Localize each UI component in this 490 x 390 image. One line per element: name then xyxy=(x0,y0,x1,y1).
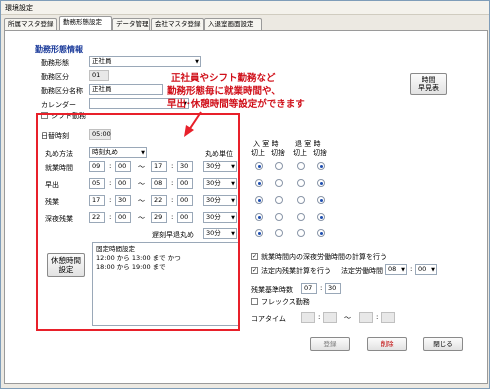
chikoku-nyu-kiriage-radio[interactable] xyxy=(255,229,263,237)
section-title: 勤務形態情報 xyxy=(35,45,83,54)
tab-kaisha[interactable]: 会社マスタ登録 xyxy=(151,18,204,30)
nyu-kiriage-header: 切上 xyxy=(251,149,265,157)
houtei-calc-label: 法定内残業計算を行う xyxy=(261,267,331,275)
zangyo-kijun-label: 残業基準時数 xyxy=(251,286,293,294)
colon: : xyxy=(318,313,321,321)
chevron-down-icon: ▼ xyxy=(431,267,435,273)
register-button[interactable]: 登録 xyxy=(310,337,350,351)
tab-nyutaishitsu[interactable]: 入退室画面設定 xyxy=(204,18,262,30)
chikoku-tai-kiriage-radio[interactable] xyxy=(297,229,305,237)
close-button[interactable]: 閉じる xyxy=(423,337,463,351)
callout-line-1: 正社員やシフト勤務など xyxy=(171,73,276,84)
houtei-hour-select[interactable]: 08 ▼ xyxy=(385,264,407,275)
shugyo-tai-kiriage-radio[interactable] xyxy=(297,162,305,170)
core-end-hour[interactable] xyxy=(359,312,373,323)
chikoku-nyu-kirisute-radio[interactable] xyxy=(275,229,283,237)
tai-kiriage-header: 切上 xyxy=(293,149,307,157)
houtei-hour-value: 08 xyxy=(388,265,397,273)
jikan-hayamihyo-button[interactable]: 時間 早見表 xyxy=(410,73,447,95)
chevron-down-icon: ▼ xyxy=(195,59,199,65)
flex-checkbox[interactable] xyxy=(251,298,258,305)
shugyo-nyu-kirisute-radio[interactable] xyxy=(275,162,283,170)
core-end-min[interactable] xyxy=(381,312,395,323)
colon: : xyxy=(410,265,413,273)
callout-line-3: 早出･休憩時間等設定ができます xyxy=(167,99,305,110)
zangyo-tai-kiriage-radio[interactable] xyxy=(297,196,305,204)
calendar-label: カレンダー xyxy=(41,101,76,109)
houtei-min-select[interactable]: 00 ▼ xyxy=(415,264,437,275)
chikoku-tai-kirisute-radio[interactable] xyxy=(317,229,325,237)
zangyo-nyu-kiriage-radio[interactable] xyxy=(255,196,263,204)
shinya-calc-label: 就業時間内の深夜労働時間の計算を行う xyxy=(261,253,387,261)
zangyo-kijun-hour[interactable]: 07 xyxy=(301,283,317,294)
houtei-hours-label: 法定労働時間 xyxy=(341,267,383,275)
hayade-nyu-kirisute-radio[interactable] xyxy=(275,179,283,187)
settings-window: 環境設定 所属マスタ登録 勤務形態設定 データ管理 会社マスタ登録 入退室画面設… xyxy=(0,0,490,389)
kinmu-label: 勤務形態 xyxy=(41,59,69,67)
shugyo-tai-kirisute-radio[interactable] xyxy=(317,162,325,170)
shinya-calc-checkbox[interactable]: ✓ xyxy=(251,253,258,260)
shugyo-nyu-kiriage-radio[interactable] xyxy=(255,162,263,170)
kubun-name-field[interactable]: 正社員 xyxy=(89,84,163,95)
hayade-tai-kiriage-radio[interactable] xyxy=(297,179,305,187)
hayade-nyu-kiriage-radio[interactable] xyxy=(255,179,263,187)
highlight-box xyxy=(36,113,240,331)
chevron-down-icon: ▼ xyxy=(401,267,405,273)
shinya-tai-kirisute-radio[interactable] xyxy=(317,213,325,221)
hayade-tai-kirisute-radio[interactable] xyxy=(317,179,325,187)
tai-kirisute-header: 切捨 xyxy=(313,149,327,157)
flex-label: フレックス勤務 xyxy=(261,298,310,306)
nyu-kirisute-header: 切捨 xyxy=(271,149,285,157)
window-title: 環境設定 xyxy=(1,1,489,15)
shinya-tai-kiriage-radio[interactable] xyxy=(297,213,305,221)
houtei-calc-checkbox[interactable]: ✓ xyxy=(251,267,258,274)
core-start-hour[interactable] xyxy=(301,312,315,323)
kubun-field[interactable]: 01 xyxy=(89,70,109,81)
zangyo-nyu-kirisute-radio[interactable] xyxy=(275,196,283,204)
kubun-label: 勤務区分 xyxy=(41,73,69,81)
colon: : xyxy=(320,284,323,292)
tab-shozoku[interactable]: 所属マスタ登録 xyxy=(4,18,57,30)
kinmu-value: 正社員 xyxy=(92,57,112,65)
shinya-nyu-kiriage-radio[interactable] xyxy=(255,213,263,221)
colon: : xyxy=(376,313,379,321)
core-time-label: コアタイム xyxy=(251,315,286,323)
callout-line-2: 勤務形態毎に就業時間や、 xyxy=(167,86,281,97)
delete-button[interactable]: 削除 xyxy=(367,337,407,351)
tab-data[interactable]: データ管理 xyxy=(112,18,150,30)
kinmu-select[interactable]: 正社員 ▼ xyxy=(89,56,201,67)
zangyo-kijun-min[interactable]: 30 xyxy=(325,283,341,294)
tab-kinmu[interactable]: 勤務形態設定 xyxy=(59,16,112,30)
houtei-min-value: 00 xyxy=(418,265,427,273)
kubun-name-label: 勤務区分名称 xyxy=(41,87,83,95)
core-start-min[interactable] xyxy=(323,312,337,323)
core-tilde: ～ xyxy=(344,314,351,322)
zangyo-tai-kirisute-radio[interactable] xyxy=(317,196,325,204)
shinya-nyu-kirisute-radio[interactable] xyxy=(275,213,283,221)
